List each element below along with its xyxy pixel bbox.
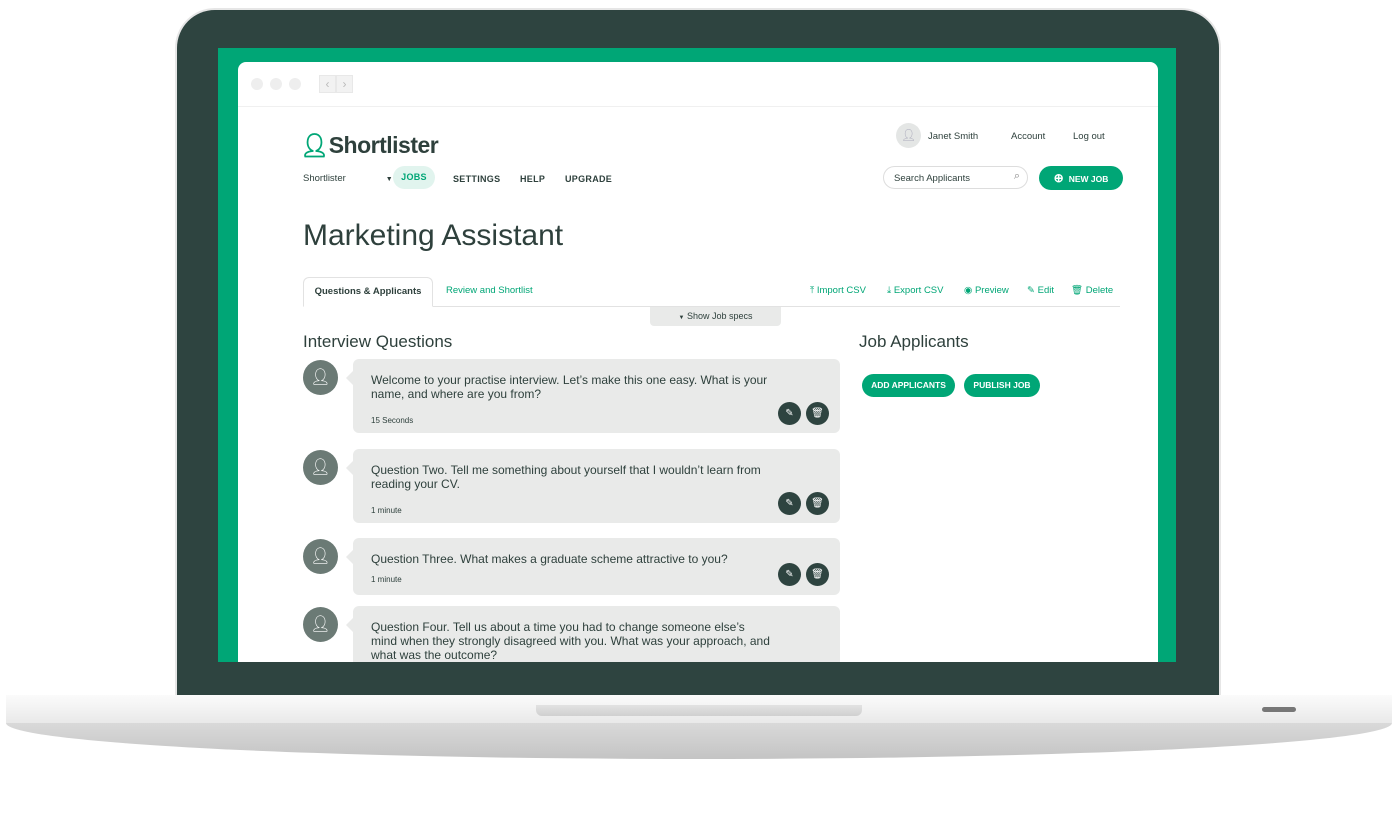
window-close-dot[interactable] [251,78,263,90]
question-card: Question Four. Tell us about a time you … [346,606,840,662]
search-input[interactable]: Search Applicants ⌕ [883,166,1028,189]
person-icon: 👤︎ [303,450,338,485]
export-csv-button[interactable]: ⤓ Export CSV [887,285,943,296]
export-label: Export CSV [893,285,944,296]
trash-icon[interactable]: 🗑︎ [806,492,829,515]
browser-chrome: ‹ › [238,62,1158,107]
tab-review-shortlist[interactable]: Review and Shortlist [446,285,533,296]
avatar[interactable]: 👤︎ [896,123,921,148]
trash-icon[interactable]: 🗑︎ [806,402,829,425]
import-label: Import CSV [816,285,866,296]
browser-window: ‹ › 👤︎Shortlister 👤︎ Janet Smith Account… [238,62,1158,662]
back-icon[interactable]: ‹ [319,75,336,93]
applicants-heading: Job Applicants [859,332,969,351]
download-icon: ⤓ [887,285,892,296]
user-name[interactable]: Janet Smith [928,131,978,142]
delete-label: Delete [1085,285,1114,296]
question-text: Question Two. Tell me something about yo… [371,463,761,491]
question-card: Question Three. What makes a graduate sc… [346,538,840,595]
laptop-led [1262,707,1296,712]
window-maximize-dot[interactable] [289,78,301,90]
logout-link[interactable]: Log out [1073,131,1105,142]
question-text: Question Four. Tell us about a time you … [371,620,770,662]
trash-icon: 🗑︎ [1071,285,1084,296]
page-title: Marketing Assistant [303,219,564,252]
questions-heading: Interview Questions [303,332,453,351]
question-text: Welcome to your practise interview. Let’… [371,373,768,401]
account-link[interactable]: Account [1011,131,1045,142]
trash-icon[interactable]: 🗑︎ [806,563,829,586]
chevron-down-icon: ▼ [385,176,393,183]
org-label: Shortlister [303,173,346,184]
nav-upgrade[interactable]: UPGRADE [565,174,612,184]
delete-button[interactable]: 🗑︎ Delete [1071,285,1113,296]
question-duration: 1 minute [371,575,402,584]
person-icon: 👤︎ [303,360,338,395]
eye-icon: ◉ [964,285,973,296]
question-card: Question Two. Tell me something about yo… [346,449,840,523]
edit-icon[interactable]: ✎ [778,492,801,515]
window-minimize-dot[interactable] [270,78,282,90]
new-job-button[interactable]: ⊕ NEW JOB [1039,166,1123,190]
edit-icon[interactable]: ✎ [778,402,801,425]
logo-person-icon: 👤︎ [300,132,329,158]
forward-icon[interactable]: › [336,75,353,93]
laptop-notch [536,705,862,716]
question-card: Welcome to your practise interview. Let’… [346,359,840,433]
person-icon: 👤︎ [303,539,338,574]
logo[interactable]: 👤︎Shortlister [300,132,439,159]
logo-text: Shortlister [328,132,439,158]
edit-icon: ✎ [1027,285,1035,296]
preview-button[interactable]: ◉ Preview [964,285,1009,296]
search-icon[interactable]: ⌕ [1014,170,1020,183]
add-applicants-button[interactable]: ADD APPLICANTS [862,374,955,397]
preview-label: Preview [974,285,1009,296]
org-select[interactable]: Shortlister ▼ [303,173,393,184]
question-text: Question Three. What makes a graduate sc… [371,552,728,566]
tab-questions-applicants[interactable]: Questions & Applicants [303,277,433,307]
question-duration: 1 minute [371,506,402,515]
edit-label: Edit [1037,285,1054,296]
edit-icon[interactable]: ✎ [778,563,801,586]
nav-jobs[interactable]: JOBS [393,166,435,189]
person-icon: 👤︎ [303,607,338,642]
edit-button[interactable]: ✎ Edit [1027,285,1054,296]
plus-circle-icon: ⊕ [1053,171,1064,185]
upload-icon: ⤒ [810,285,815,296]
screen: ‹ › 👤︎Shortlister 👤︎ Janet Smith Account… [218,48,1176,662]
show-specs-label: Show Job specs [686,311,753,321]
nav-settings[interactable]: SETTINGS [453,174,500,184]
import-csv-button[interactable]: ⤒ Import CSV [810,285,866,296]
nav-help[interactable]: HELP [520,174,545,184]
new-job-label: NEW JOB [1068,174,1109,184]
laptop-base-bottom [6,723,1392,759]
publish-job-button[interactable]: PUBLISH JOB [964,374,1040,397]
search-placeholder: Search Applicants [894,173,971,184]
show-job-specs-toggle[interactable]: ▼ Show Job specs [650,307,781,326]
question-duration: 15 Seconds [371,416,414,425]
caret-down-icon: ▼ [678,315,685,321]
